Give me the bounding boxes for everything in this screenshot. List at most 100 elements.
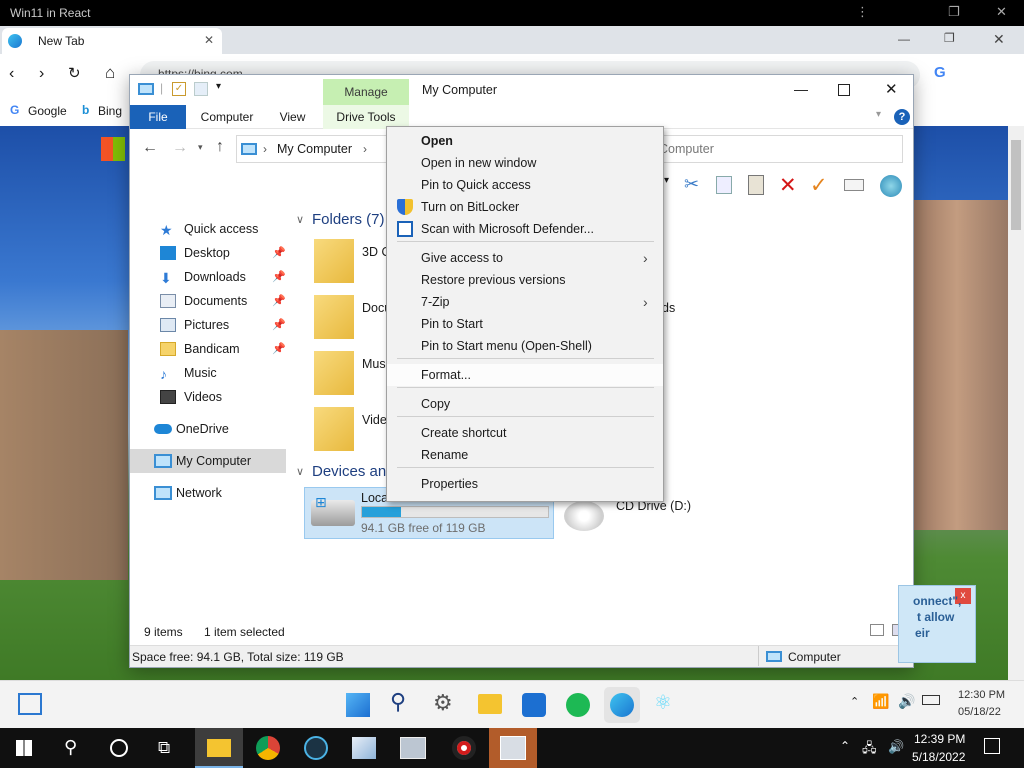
page-scrollbar[interactable] [1008,126,1024,680]
win10-time[interactable]: 12:39 PM [914,732,965,746]
sidebar-item-downloads[interactable]: ⬇ Downloads 📌 [130,265,286,289]
close-icon[interactable]: ✕ [996,4,1007,20]
sidebar-item-my-computer[interactable]: My Computer [130,449,286,473]
scrollbar-thumb[interactable] [1011,140,1021,230]
devices-group-header[interactable]: Devices and [312,463,395,480]
maximize-icon[interactable]: ❐ [944,31,955,45]
context-menu-item[interactable]: Turn on BitLocker [387,196,663,218]
properties-qa-icon[interactable]: ✓ [172,82,186,96]
spotify-icon[interactable] [566,693,590,717]
ex-maximize-icon[interactable] [838,84,850,96]
task-view-icon[interactable]: ⧉ [158,738,170,758]
folders-group-header[interactable]: Folders (7) [312,211,385,228]
nav-back-icon[interactable]: ← [142,139,158,157]
context-menu-item[interactable]: Create shortcut [387,422,663,444]
tab-computer[interactable]: Computer [192,105,262,129]
folder-videos-icon[interactable] [314,407,354,451]
sidebar-item-music[interactable]: ♪ Music [130,361,286,385]
nav-up-icon[interactable]: ↑ [216,138,224,156]
rename-icon[interactable] [844,179,864,191]
folder-music-icon[interactable] [314,351,354,395]
collapse-folders-icon[interactable]: ∨ [296,213,304,226]
app-icon[interactable] [304,736,328,760]
volume-icon[interactable]: 🔊 [898,693,915,710]
settings-gear-icon[interactable]: ⚙ [433,690,453,716]
context-menu-item[interactable]: Give access to › [387,247,663,269]
nav-forward-icon[interactable]: → [172,139,188,157]
context-menu-item[interactable]: Pin to Quick access [387,174,663,196]
record-icon[interactable] [452,736,476,760]
pin-icon[interactable]: 📌 [272,337,286,361]
folder-3d-objects-icon[interactable] [314,239,354,283]
chrome-icon[interactable] [256,736,280,760]
ex-close-icon[interactable]: ✕ [885,80,898,98]
tray-up-icon[interactable]: ⌃ [840,739,850,753]
file-explorer-icon[interactable] [478,694,502,714]
bookmark-bing[interactable]: Bing [98,104,122,118]
win10-date[interactable]: 5/18/2022 [912,750,965,764]
start-icon[interactable] [346,693,370,717]
notification-toast[interactable]: x onnect", t allow eir [898,585,976,663]
cd-drive-icon[interactable] [564,501,604,531]
sidebar-item-pictures[interactable]: Pictures 📌 [130,313,286,337]
context-menu-item[interactable]: Restore previous versions [387,269,663,291]
explorer-address-bar[interactable]: › My Computer › [236,135,396,163]
google-icon[interactable]: G [934,64,946,81]
vm-icon[interactable] [500,736,526,760]
check-icon[interactable]: ✓ [810,173,828,198]
tab-file[interactable]: File [130,105,186,129]
back-icon[interactable]: ‹ [9,65,14,83]
minimize-icon[interactable]: — [898,32,910,46]
collapse-devices-icon[interactable]: ∨ [296,465,304,478]
forward-icon[interactable]: › [39,65,44,83]
win11-date[interactable]: 05/18/22 [958,706,1001,718]
recent-dropdown-icon[interactable]: ▾ [198,142,203,153]
context-menu-item[interactable]: Copy [387,393,663,415]
more-icon[interactable]: ⋮ [856,4,869,20]
context-menu-item[interactable]: Properties [387,473,663,495]
context-menu-item[interactable]: Format... [387,364,663,386]
windows-start-icon[interactable] [16,740,32,756]
browser-close-icon[interactable]: ✕ [993,31,1005,48]
pin-icon[interactable]: 📌 [272,289,286,313]
paste-icon[interactable] [748,175,764,195]
help-icon[interactable]: ? [894,109,910,125]
sidebar-item-bandicam[interactable]: Bandicam 📌 [130,337,286,361]
folder-label[interactable]: Musi [362,357,388,371]
wifi-icon[interactable]: 📶 [872,693,889,710]
context-menu-item[interactable]: Open [387,130,663,152]
sidebar-item-videos[interactable]: Videos [130,385,286,409]
taskbar-search-icon[interactable]: ⚲ [64,737,77,758]
context-menu-item[interactable]: Open in new window [387,152,663,174]
explorer-task-icon[interactable] [207,739,231,757]
battery-icon[interactable] [922,695,940,705]
remote-desktop-icon[interactable] [400,737,426,759]
home-icon[interactable]: ⌂ [105,63,115,83]
reload-icon[interactable]: ↻ [68,64,81,82]
sidebar-item-onedrive[interactable]: OneDrive [130,417,286,441]
context-menu-item[interactable]: Pin to Start [387,313,663,335]
explorer-search-input[interactable]: Computer [650,135,903,163]
folder-documents-icon[interactable] [314,295,354,339]
copy-icon[interactable] [716,176,732,194]
show-hidden-icon[interactable]: ⌃ [850,695,859,708]
sidebar-item-desktop[interactable]: Desktop 📌 [130,241,286,265]
tab-close-icon[interactable]: ✕ [204,33,214,47]
notepad-icon[interactable] [352,737,376,759]
pin-icon[interactable]: 📌 [272,313,286,337]
browser-tab[interactable]: New Tab ✕ [2,28,222,54]
search-icon[interactable]: ⚲ [390,689,406,715]
new-folder-qa-icon[interactable] [194,82,208,96]
cut-icon[interactable]: ✂ [684,174,699,195]
context-menu-item[interactable]: 7-Zip › [387,291,663,313]
details-view-icon[interactable] [870,624,884,636]
network-globe-icon[interactable] [880,175,902,197]
delete-icon[interactable]: ✕ [779,173,797,198]
cortana-icon[interactable] [110,739,128,757]
widgets-icon[interactable] [18,693,42,715]
ex-minimize-icon[interactable]: — [794,81,808,97]
context-menu-item[interactable]: Pin to Start menu (Open-Shell) [387,335,663,357]
manage-tab[interactable]: Manage [323,79,409,105]
qa-dropdown-icon[interactable]: ▾ [216,81,221,92]
edge-taskbar-icon[interactable] [610,693,634,717]
